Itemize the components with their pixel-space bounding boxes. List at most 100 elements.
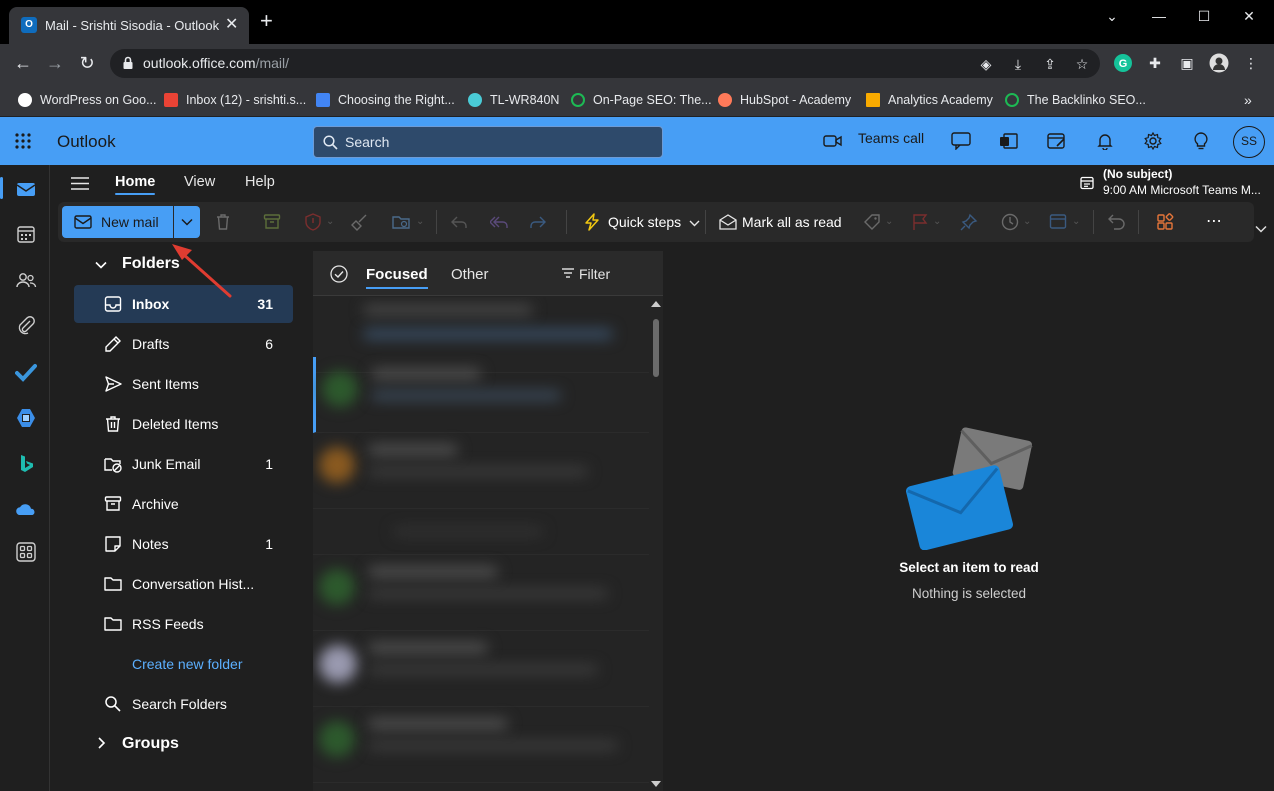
tab-focused[interactable]: Focused bbox=[366, 266, 428, 289]
chevron-right-icon[interactable] bbox=[94, 736, 108, 750]
folders-header[interactable]: Folders bbox=[122, 255, 180, 273]
report-shield-icon[interactable] bbox=[304, 213, 322, 231]
tab-other[interactable]: Other bbox=[451, 266, 489, 283]
list-item[interactable] bbox=[313, 433, 649, 509]
bookmark-item[interactable]: The Backlinko SEO... bbox=[1005, 91, 1146, 109]
search-input[interactable]: Search bbox=[313, 126, 663, 158]
reply-icon[interactable] bbox=[450, 213, 468, 231]
browser-tab[interactable]: O Mail - Srishti Sisodia - Outlook ✕ bbox=[9, 7, 249, 44]
create-new-folder-link[interactable]: Create new folder bbox=[74, 645, 293, 683]
folder-item-rss-feeds[interactable]: RSS Feeds bbox=[74, 605, 293, 643]
new-mail-button[interactable]: New mail bbox=[62, 206, 173, 238]
reload-button[interactable]: ↻ bbox=[76, 52, 98, 74]
folder-item-inbox[interactable]: Inbox 31 bbox=[74, 285, 293, 323]
more-apps-icon[interactable] bbox=[15, 541, 37, 563]
share-icon[interactable]: ⇪ bbox=[1042, 56, 1058, 72]
tab-help[interactable]: Help bbox=[245, 174, 275, 190]
pin-icon[interactable] bbox=[960, 213, 978, 231]
undo-icon[interactable] bbox=[1108, 213, 1126, 231]
select-all-checkbox-icon[interactable] bbox=[330, 265, 348, 283]
filter-button[interactable]: Filter bbox=[562, 266, 610, 282]
report-dropdown-icon[interactable]: ⌄ bbox=[326, 216, 334, 227]
bookmark-item[interactable]: HubSpot - Academy bbox=[718, 91, 851, 109]
message-list-scrollbar[interactable] bbox=[650, 297, 663, 791]
folder-item-conversation-history[interactable]: Conversation Hist... bbox=[74, 565, 293, 603]
side-panel-icon[interactable]: ▣ bbox=[1177, 53, 1197, 73]
quick-steps-chevron-icon[interactable] bbox=[689, 220, 700, 227]
tag-dropdown-icon[interactable]: ⌄ bbox=[885, 216, 893, 227]
tab-view[interactable]: View bbox=[184, 174, 215, 190]
microsoft-365-icon[interactable] bbox=[15, 407, 37, 429]
bookmark-item[interactable]: On-Page SEO: The... bbox=[571, 91, 712, 109]
archive-icon[interactable] bbox=[263, 213, 281, 231]
hamburger-menu-icon[interactable] bbox=[70, 176, 90, 191]
browser-menu-icon[interactable]: ⋮ bbox=[1241, 53, 1261, 73]
bookmark-item[interactable]: Analytics Academy bbox=[866, 91, 993, 109]
my-day-calendar-icon[interactable] bbox=[1047, 132, 1067, 150]
snooze-dropdown-icon[interactable]: ⌄ bbox=[1023, 216, 1031, 227]
bookmark-item[interactable]: TL-WR840N bbox=[468, 91, 559, 109]
reply-all-icon[interactable] bbox=[490, 213, 508, 231]
tag-icon[interactable] bbox=[863, 213, 881, 231]
new-tab-button[interactable]: + bbox=[260, 10, 273, 32]
people-icon[interactable] bbox=[15, 269, 37, 291]
calendar-icon[interactable] bbox=[15, 223, 37, 245]
folder-item-search-folders[interactable]: Search Folders bbox=[74, 685, 293, 723]
folder-item-deleted[interactable]: Deleted Items bbox=[74, 405, 293, 443]
folder-item-junk[interactable]: Junk Email 1 bbox=[74, 445, 293, 483]
bookmark-item[interactable]: WordPress on Goo... bbox=[18, 91, 157, 109]
list-item[interactable] bbox=[313, 357, 649, 433]
more-options-icon[interactable]: ⋯ bbox=[1206, 211, 1222, 231]
settings-gear-icon[interactable] bbox=[1144, 132, 1162, 150]
mark-all-read-button[interactable]: Mark all as read bbox=[742, 214, 842, 230]
folder-item-notes[interactable]: Notes 1 bbox=[74, 525, 293, 563]
mail-icon[interactable] bbox=[15, 178, 37, 200]
teams-call-button[interactable]: Teams call bbox=[858, 130, 924, 146]
groups-header[interactable]: Groups bbox=[122, 735, 179, 753]
scroll-down-icon[interactable] bbox=[651, 781, 661, 787]
move-dropdown-icon[interactable]: ⌄ bbox=[416, 216, 424, 227]
address-bar[interactable]: outlook.office.com/mail/ ◈ ⤓ ⇪ ☆ bbox=[110, 49, 1100, 78]
list-item[interactable] bbox=[313, 631, 649, 707]
install-app-icon[interactable]: ⤓ bbox=[1010, 56, 1026, 72]
bookmark-star-icon[interactable]: ☆ bbox=[1074, 56, 1090, 72]
attachment-icon[interactable] bbox=[15, 315, 37, 337]
chat-icon[interactable] bbox=[951, 132, 971, 150]
office-apps-icon[interactable] bbox=[999, 132, 1019, 150]
tab-search-icon[interactable]: ⌄ bbox=[1097, 6, 1127, 26]
apps-grid-icon[interactable] bbox=[1156, 213, 1174, 231]
lens-icon[interactable]: ◈ bbox=[978, 56, 994, 72]
folder-item-archive[interactable]: Archive bbox=[74, 485, 293, 523]
flag-dropdown-icon[interactable]: ⌄ bbox=[933, 216, 941, 227]
bell-icon[interactable] bbox=[1096, 132, 1114, 150]
bookmark-item[interactable]: Inbox (12) - srishti.s... bbox=[164, 91, 306, 109]
maximize-button[interactable]: ☐ bbox=[1189, 6, 1219, 26]
onedrive-icon[interactable] bbox=[15, 499, 37, 521]
list-item[interactable] bbox=[313, 707, 649, 783]
list-item[interactable] bbox=[313, 509, 649, 555]
flag-icon[interactable] bbox=[911, 213, 929, 231]
forward-icon[interactable] bbox=[529, 213, 547, 231]
rules-dropdown-icon[interactable]: ⌄ bbox=[1072, 216, 1080, 227]
folder-item-sent[interactable]: Sent Items bbox=[74, 365, 293, 403]
new-mail-dropdown-button[interactable] bbox=[174, 206, 200, 238]
app-launcher-icon[interactable] bbox=[14, 132, 32, 150]
forward-button[interactable]: → bbox=[44, 52, 66, 74]
snooze-clock-icon[interactable] bbox=[1001, 213, 1019, 231]
lightbulb-icon[interactable] bbox=[1193, 132, 1209, 150]
list-item[interactable] bbox=[313, 555, 649, 631]
tab-close-icon[interactable]: ✕ bbox=[225, 16, 238, 34]
bing-icon[interactable] bbox=[15, 453, 37, 475]
grammarly-extension-icon[interactable]: G bbox=[1113, 53, 1133, 73]
scroll-up-icon[interactable] bbox=[651, 301, 661, 307]
avatar[interactable]: SS bbox=[1233, 126, 1265, 158]
tab-home[interactable]: Home bbox=[115, 174, 156, 195]
delete-icon[interactable] bbox=[214, 213, 232, 231]
minimize-button[interactable]: — bbox=[1144, 6, 1174, 26]
extensions-puzzle-icon[interactable]: ✚ bbox=[1145, 53, 1165, 73]
sweep-broom-icon[interactable] bbox=[351, 213, 369, 231]
quick-steps-button[interactable]: Quick steps bbox=[608, 214, 681, 230]
more-bookmarks-icon[interactable]: » bbox=[1244, 91, 1252, 109]
app-title[interactable]: Outlook bbox=[57, 132, 116, 152]
todo-check-icon[interactable] bbox=[15, 361, 37, 383]
